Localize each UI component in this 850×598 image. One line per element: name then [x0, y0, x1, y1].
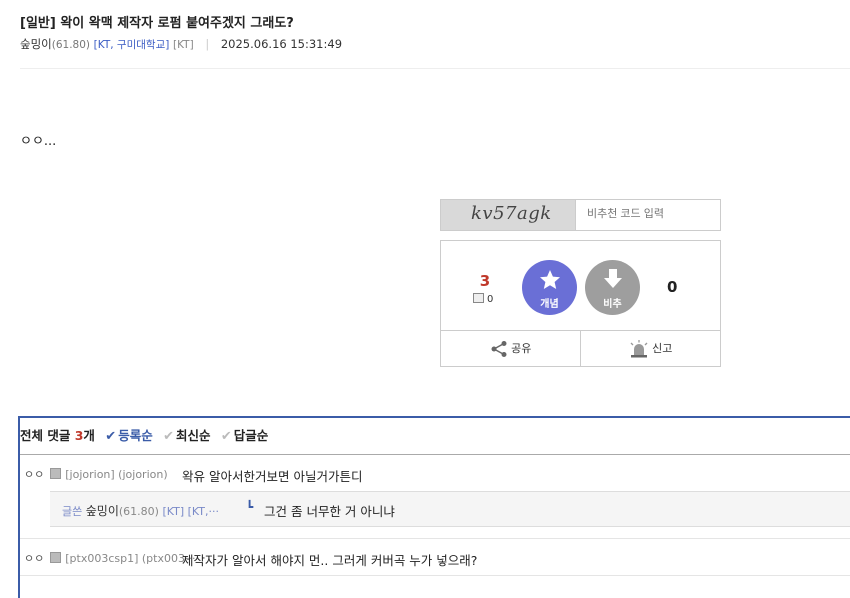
upvote-label: 개념 [540, 299, 559, 310]
sort-registered[interactable]: ✔ 등록순 [105, 418, 152, 455]
reply-arrow-icon: ┗ [246, 500, 254, 514]
check-icon: ✔ [105, 429, 117, 444]
vote-box: 3 0 개념 비추 0 공유 신고 [440, 240, 721, 367]
sort-replies[interactable]: ✔ 답글순 [221, 418, 268, 455]
author-score: (61.80) [51, 39, 91, 51]
post-meta: 숲밍이(61.80) [KT, 구미대학교] [KT] | 2025.06.16… [20, 36, 342, 52]
captcha-image: kv57agk [441, 200, 576, 230]
reply-row: 글쓴 숲밍이(61.80) [KT] [KT,··· ┗ 그건 좀 너무한 거 … [50, 491, 850, 527]
post-datetime: 2025.06.16 15:31:49 [220, 37, 343, 51]
comment-divider [20, 538, 850, 539]
reply-nick: 숲밍이 [85, 504, 119, 518]
comment-divider [20, 575, 850, 576]
report-label: 신고 [652, 342, 673, 355]
upvote-button[interactable]: 개념 [522, 260, 577, 315]
captcha-input[interactable] [587, 208, 707, 220]
comment-header-divider [20, 454, 850, 455]
header-divider [20, 68, 850, 69]
comment-header-label: 전체 댓글 [20, 428, 71, 443]
comment-nick[interactable]: ㅇㅇ [jojorion] (jojorion) [24, 466, 168, 482]
captcha-code: kv57agk [471, 203, 552, 224]
user-icon [50, 552, 62, 563]
author-carrier-tag: [KT] [172, 39, 194, 51]
post-body: ㅇㅇ... [20, 134, 57, 149]
share-button[interactable]: 공유 [441, 331, 580, 366]
arrow-down-icon [603, 269, 622, 288]
fix-icon [473, 293, 484, 303]
comment-text: 왁유 알아서한거보면 아닐거가튼디 [182, 469, 363, 484]
reply-score: (61.80) [118, 505, 159, 518]
downvote-count: 0 [667, 278, 678, 296]
comment-header: 전체 댓글 3개 ✔ 등록순 ✔ 최신순 ✔ 답글순 [20, 418, 850, 454]
comment-section: 전체 댓글 3개 ✔ 등록순 ✔ 최신순 ✔ 답글순 ㅇㅇ [jojorion] (jo… [18, 416, 850, 598]
author-nick[interactable]: 숲밍이 [20, 37, 52, 51]
sort-latest[interactable]: ✔ 최신순 [163, 418, 210, 455]
check-icon: ✔ [163, 429, 174, 444]
share-label: 공유 [511, 342, 532, 355]
op-label: 글쓴 [62, 505, 83, 518]
check-icon: ✔ [220, 429, 232, 444]
fix-upvote-count: 0 [473, 293, 493, 305]
reply-tag: [KT] [162, 505, 185, 518]
author-carrier: [KT, 구미대학교] [93, 39, 170, 51]
reply-text: 그건 좀 너무한 거 아니냐 [264, 504, 395, 519]
downvote-button[interactable]: 비추 [585, 260, 640, 315]
report-button[interactable]: 신고 [581, 331, 720, 366]
siren-icon [630, 340, 648, 358]
star-icon [539, 270, 560, 289]
downvote-captcha: kv57agk [440, 199, 721, 231]
comment-text: 제작자가 알아서 해야지 먼.. 그러게 커버곡 누가 넣으래? [182, 553, 478, 568]
comment-nick[interactable]: ㅇㅇ [ptx003csp1] (ptx003··· [24, 550, 195, 566]
post-title: [일반] 왁이 왁맥 제작자 로펌 붙여주겠지 그래도? [20, 16, 294, 31]
reply-tag-2: [KT,··· [187, 505, 219, 518]
downvote-label: 비추 [603, 299, 622, 310]
upvote-count: 3 [479, 272, 491, 290]
comment-count-suffix: 개 [83, 428, 95, 443]
share-icon [491, 341, 507, 357]
meta-separator: | [205, 37, 210, 51]
user-icon [50, 468, 62, 479]
reply-author[interactable]: 글쓴 숲밍이(61.80) [KT] [KT,··· [62, 502, 219, 519]
